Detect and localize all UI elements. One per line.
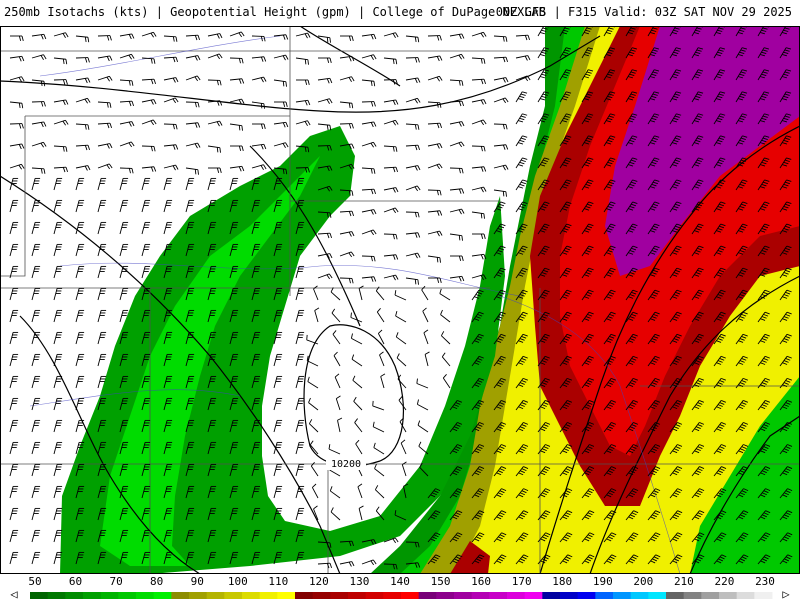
wind-barb-feather	[461, 235, 463, 241]
colorbar-swatches	[30, 592, 773, 599]
colorbar-label: 220	[715, 575, 735, 588]
colorbar-swatch	[719, 592, 738, 599]
colorbar-swatch	[613, 592, 632, 599]
colorbar-swatch	[454, 592, 473, 599]
colorbar-swatch	[383, 592, 402, 599]
model-run-info: 00Z GFS | F315 Valid: 03Z SAT NOV 29 202…	[495, 5, 792, 19]
colorbar-label: 110	[268, 575, 288, 588]
colorbar-label: 150	[431, 575, 451, 588]
wind-barb-feather	[260, 103, 263, 109]
colorbar-right-arrow: ▷	[782, 587, 790, 600]
colorbar-swatch	[30, 592, 49, 599]
wind-barb-feather	[502, 191, 505, 197]
colorbar-swatch	[295, 592, 314, 599]
colorbar-swatch	[83, 592, 102, 599]
colorbar-swatch	[577, 592, 596, 599]
wind-barb-feather	[483, 213, 485, 219]
wind-barb-feather	[282, 81, 285, 87]
wind-barb-feather	[439, 257, 441, 263]
colorbar-label: 90	[191, 575, 204, 588]
colorbar-swatch	[118, 592, 137, 599]
colorbar-left-arrow: ◁	[9, 587, 17, 600]
contour-label: 10200	[331, 459, 361, 470]
colorbar-swatch	[542, 592, 561, 599]
colorbar-swatch	[683, 592, 702, 599]
colorbar-labels: 50 60 70 80 90 100 110 120 130 140 150 160 170 180 190…	[28, 575, 775, 588]
colorbar-label: 190	[593, 575, 613, 588]
colorbar-swatch	[153, 592, 172, 599]
colorbar-swatch	[436, 592, 455, 599]
colorbar-swatch	[595, 592, 614, 599]
colorbar-label: 160	[471, 575, 491, 588]
colorbar-swatch	[630, 592, 649, 599]
colorbar-swatch	[65, 592, 84, 599]
colorbar-swatch	[471, 592, 490, 599]
colorbar-swatch	[489, 592, 508, 599]
wind-barb-feather	[436, 257, 439, 263]
colorbar-swatch	[47, 592, 66, 599]
colorbar-swatch	[666, 592, 685, 599]
wind-barb-feather	[417, 279, 419, 285]
colorbar-label: 70	[109, 575, 122, 588]
colorbar-swatch	[206, 592, 225, 599]
colorbar-swatch	[701, 592, 720, 599]
colorbar-label: 80	[150, 575, 163, 588]
colorbar-swatch	[754, 592, 773, 599]
colorbar-label: 60	[69, 575, 82, 588]
colorbar-swatch	[171, 592, 190, 599]
colorbar-swatch	[418, 592, 437, 599]
colorbar-swatch	[136, 592, 155, 599]
colorbar-swatch	[648, 592, 667, 599]
colorbar-swatch	[100, 592, 119, 599]
wind-barb-feather	[329, 37, 331, 43]
wind-barb-feather	[326, 37, 329, 43]
colorbar-label: 50	[28, 575, 41, 588]
colorbar-swatch	[312, 592, 331, 599]
wind-barb-feather	[197, 169, 199, 175]
wind-barb-feather	[241, 125, 243, 131]
isotach-colorbar: 50 60 70 80 90 100 110 120 130 140 150 160 170 180 190…	[0, 574, 800, 600]
wind-barb-feather	[458, 235, 461, 241]
wind-barb-feather	[219, 147, 221, 153]
colorbar-swatch	[224, 592, 243, 599]
colorbar-label: 140	[390, 575, 410, 588]
wind-barb-feather	[307, 59, 309, 65]
colorbar-swatch	[330, 592, 349, 599]
colorbar-label: 200	[633, 575, 653, 588]
wind-barb-feather	[350, 312, 352, 318]
colorbar-label: 130	[350, 575, 370, 588]
wind-barb-feather	[505, 191, 507, 197]
colorbar-swatch	[365, 592, 384, 599]
map-title: 250mb Isotachs (kts) | Geopotential Heig…	[4, 5, 546, 19]
wind-barb-feather	[304, 59, 307, 65]
weather-map: 10200	[0, 26, 800, 574]
wind-barb-feather	[216, 147, 219, 153]
colorbar-swatch	[507, 592, 526, 599]
wind-barb-feather	[238, 125, 241, 131]
wind-barb-feather	[194, 169, 197, 175]
wind-barb-feather	[263, 103, 265, 109]
colorbar-swatch	[242, 592, 261, 599]
colorbar-swatch	[560, 592, 579, 599]
colorbar-label: 120	[309, 575, 329, 588]
colorbar-swatch	[736, 592, 755, 599]
header-bar: 250mb Isotachs (kts) | Geopotential Heig…	[0, 0, 800, 26]
colorbar-swatch	[189, 592, 208, 599]
colorbar-swatch	[277, 592, 296, 599]
colorbar-swatch	[259, 592, 278, 599]
colorbar-swatch	[401, 592, 420, 599]
wind-barb-feather	[285, 81, 287, 87]
wind-barb-feather	[416, 378, 418, 384]
colorbar-swatch	[524, 592, 543, 599]
wind-barb-feather	[480, 213, 483, 219]
colorbar-label: 170	[512, 575, 532, 588]
colorbar-swatch	[348, 592, 367, 599]
colorbar-label: 210	[674, 575, 694, 588]
colorbar-label: 230	[755, 575, 775, 588]
colorbar-label: 100	[228, 575, 248, 588]
colorbar-label: 180	[552, 575, 572, 588]
wind-barb-feather	[414, 279, 417, 285]
